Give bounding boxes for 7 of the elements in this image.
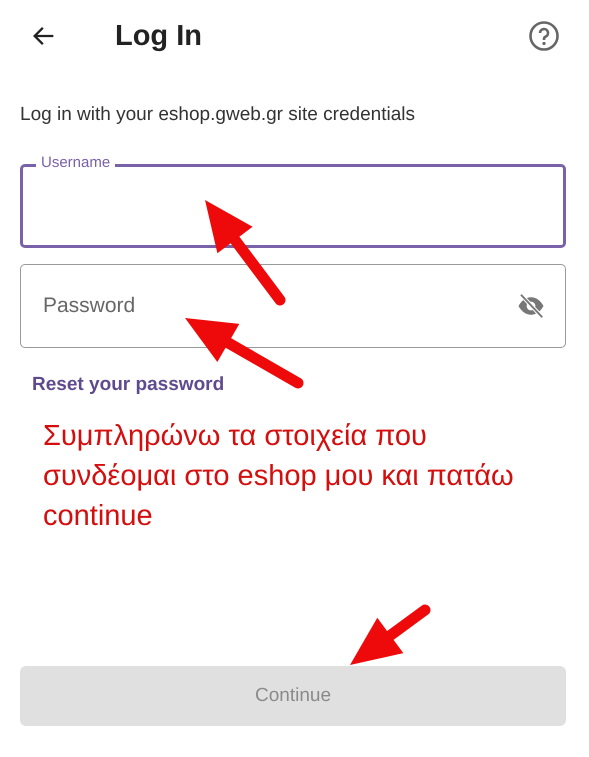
help-icon[interactable] [528, 20, 560, 52]
eye-slash-icon[interactable] [516, 291, 546, 321]
reset-password-link[interactable]: Reset your password [32, 374, 566, 396]
subtitle-text: Log in with your eshop.gweb.gr site credentials [20, 104, 416, 126]
annotation-text: Συμπληρώνω τα στοιχεία που συνδέομαι στο eshop μου και πατάω continue [43, 419, 515, 534]
page-title: Log In [115, 20, 202, 52]
input-field[interactable]: Password [20, 264, 566, 348]
